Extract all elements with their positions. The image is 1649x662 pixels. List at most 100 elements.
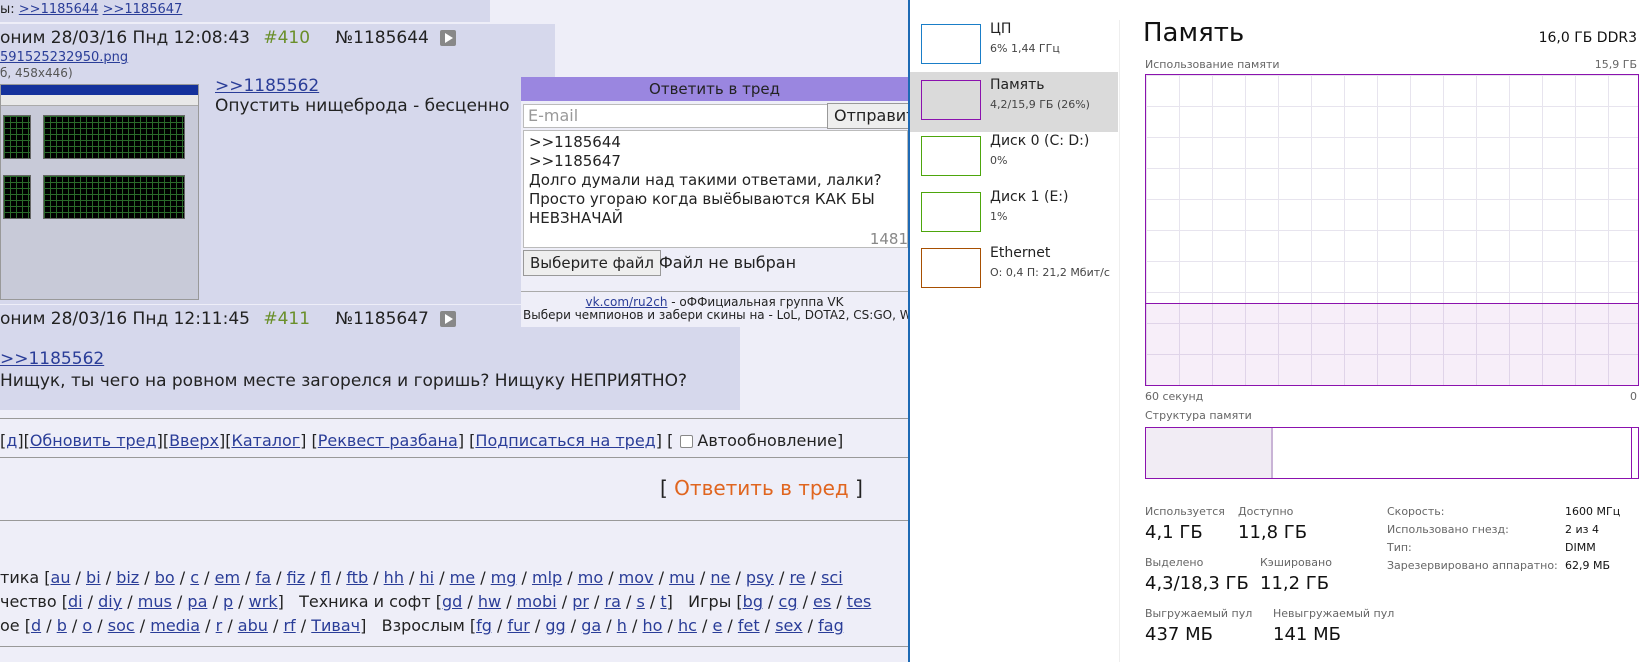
board-link[interactable]: d [31, 616, 41, 635]
board-link[interactable]: s [636, 592, 644, 611]
task-manager-performance: ЦП 6% 1,44 ГГц Память 4,2/15,9 ГБ (26%) Диск… [908, 0, 1649, 662]
board-link[interactable]: pa [187, 592, 207, 611]
nav-catalog[interactable]: Каталог [231, 431, 300, 450]
board-link[interactable]: wrk [249, 592, 278, 611]
board-link[interactable]: fet [738, 616, 760, 635]
nav-up[interactable]: Вверх [169, 431, 219, 450]
message-textarea[interactable]: >>1185644 >>1185647 Долго думали над так… [523, 130, 908, 248]
board-link[interactable]: hi [420, 568, 435, 587]
board-link[interactable]: t [660, 592, 666, 611]
board-link[interactable]: sex [775, 616, 802, 635]
time-axis-right: 0 [1630, 390, 1637, 403]
board-link[interactable]: abu [238, 616, 268, 635]
reply-quote-link[interactable]: >>1185562 [215, 76, 319, 96]
board-link[interactable]: hw [478, 592, 501, 611]
sidebar-item-cpu[interactable]: ЦП 6% 1,44 ГГц [910, 16, 1118, 76]
board-link[interactable]: me [450, 568, 475, 587]
nav-subscribe[interactable]: Подписаться на тред [475, 431, 655, 450]
board-link[interactable]: fiz [287, 568, 305, 587]
attachment-filename[interactable]: 591525232950.png [0, 50, 128, 65]
play-icon[interactable] [440, 311, 457, 327]
board-link[interactable]: hh [384, 568, 404, 587]
board-link[interactable]: rf [283, 616, 295, 635]
post-number[interactable]: #410 [263, 28, 310, 48]
board-link[interactable]: bg [743, 592, 763, 611]
board-link[interactable]: tes [847, 592, 871, 611]
board-link[interactable]: p [223, 592, 233, 611]
board-link[interactable]: mo [578, 568, 603, 587]
board-link[interactable]: ra [605, 592, 621, 611]
board-link[interactable]: hc [678, 616, 697, 635]
board-link[interactable]: ga [581, 616, 601, 635]
board-link[interactable]: soc [108, 616, 135, 635]
board-list: di / diy / mus / pa / p / wrk [67, 592, 278, 611]
board-link[interactable]: fl [321, 568, 331, 587]
choose-file-button[interactable]: Выберите файл [523, 250, 661, 276]
board-link[interactable]: ho [642, 616, 662, 635]
play-icon[interactable] [440, 30, 457, 46]
board-link[interactable]: biz [116, 568, 139, 587]
sidebar-item-ethernet[interactable]: Ethernet О: 0,4 П: 21,2 Мбит/с [910, 240, 1118, 300]
nav-item[interactable]: д [6, 431, 17, 450]
reply-thread-button[interactable]: Ответить в тред [674, 476, 849, 500]
sidebar-item-disk0[interactable]: Диск 0 (C: D:) 0% [910, 128, 1118, 188]
board-link[interactable]: mg [491, 568, 517, 587]
reply-quote-link[interactable]: >>1185562 [0, 349, 104, 369]
sidebar-item-disk1[interactable]: Диск 1 (E:) 1% [910, 184, 1118, 244]
nav-unban-request[interactable]: Реквест разбана [318, 431, 458, 450]
email-field[interactable]: E-mail [523, 104, 829, 128]
board-link[interactable]: gd [442, 592, 462, 611]
sidebar-item-memory[interactable]: Память 4,2/15,9 ГБ (26%) [910, 72, 1118, 132]
board-link[interactable]: fag [818, 616, 844, 635]
board-link[interactable]: pr [572, 592, 589, 611]
attachment-thumbnail[interactable] [0, 84, 199, 300]
board-link[interactable]: sci [821, 568, 843, 587]
board-link[interactable]: mus [138, 592, 172, 611]
board-link[interactable]: au [51, 568, 71, 587]
board-link[interactable]: cg [779, 592, 798, 611]
detail-label-speed: Скорость: [1387, 505, 1445, 518]
board-link[interactable]: h [617, 616, 627, 635]
post-number[interactable]: #411 [263, 309, 310, 329]
memory-usage-fill [1146, 303, 1638, 385]
board-link[interactable]: ftb [346, 568, 368, 587]
board-list: gd / hw / mobi / pr / ra / s / t [442, 592, 667, 611]
board-link[interactable]: mov [619, 568, 654, 587]
board-link[interactable]: di [68, 592, 83, 611]
reply-link-1185647[interactable]: >>1185647 [103, 2, 183, 17]
nav-refresh[interactable]: Обновить тред [30, 431, 157, 450]
message-line: НЕВЗНАЧАЙ [529, 209, 623, 227]
board-link[interactable]: Тивач [311, 616, 360, 635]
post-id[interactable]: №1185644 [335, 28, 428, 48]
board-link[interactable]: fa [256, 568, 271, 587]
reply-form-title[interactable]: Ответить в тред [521, 77, 908, 101]
board-category-label: Взрослым [381, 616, 465, 635]
board-link[interactable]: gg [545, 616, 565, 635]
board-link[interactable]: ne [710, 568, 730, 587]
board-link[interactable]: e [712, 616, 722, 635]
board-category-label: чество [0, 592, 57, 611]
board-link[interactable]: psy [746, 568, 774, 587]
board-link[interactable]: c [190, 568, 199, 587]
board-link[interactable]: diy [98, 592, 122, 611]
board-link[interactable]: bi [86, 568, 101, 587]
board-link[interactable]: fur [507, 616, 529, 635]
board-link[interactable]: mu [669, 568, 695, 587]
board-link[interactable]: re [789, 568, 805, 587]
post-id[interactable]: №1185647 [335, 309, 428, 329]
board-link[interactable]: es [813, 592, 831, 611]
board-link[interactable]: bo [155, 568, 175, 587]
vk-link[interactable]: vk.com/ru2ch [586, 295, 668, 309]
board-link[interactable]: mlp [532, 568, 562, 587]
board-link[interactable]: mobi [517, 592, 557, 611]
promo-text: Выбери чемпионов и забери скины на - LoL… [523, 308, 908, 322]
send-button[interactable]: Отправит [827, 103, 908, 129]
board-link[interactable]: media [150, 616, 200, 635]
board-link[interactable]: b [57, 616, 67, 635]
board-link[interactable]: em [215, 568, 240, 587]
board-link[interactable]: r [216, 616, 223, 635]
autoupdate-checkbox[interactable] [680, 435, 694, 448]
board-link[interactable]: fg [476, 616, 492, 635]
reply-link-1185644[interactable]: >>1185644 [19, 2, 99, 17]
board-link[interactable]: o [82, 616, 92, 635]
